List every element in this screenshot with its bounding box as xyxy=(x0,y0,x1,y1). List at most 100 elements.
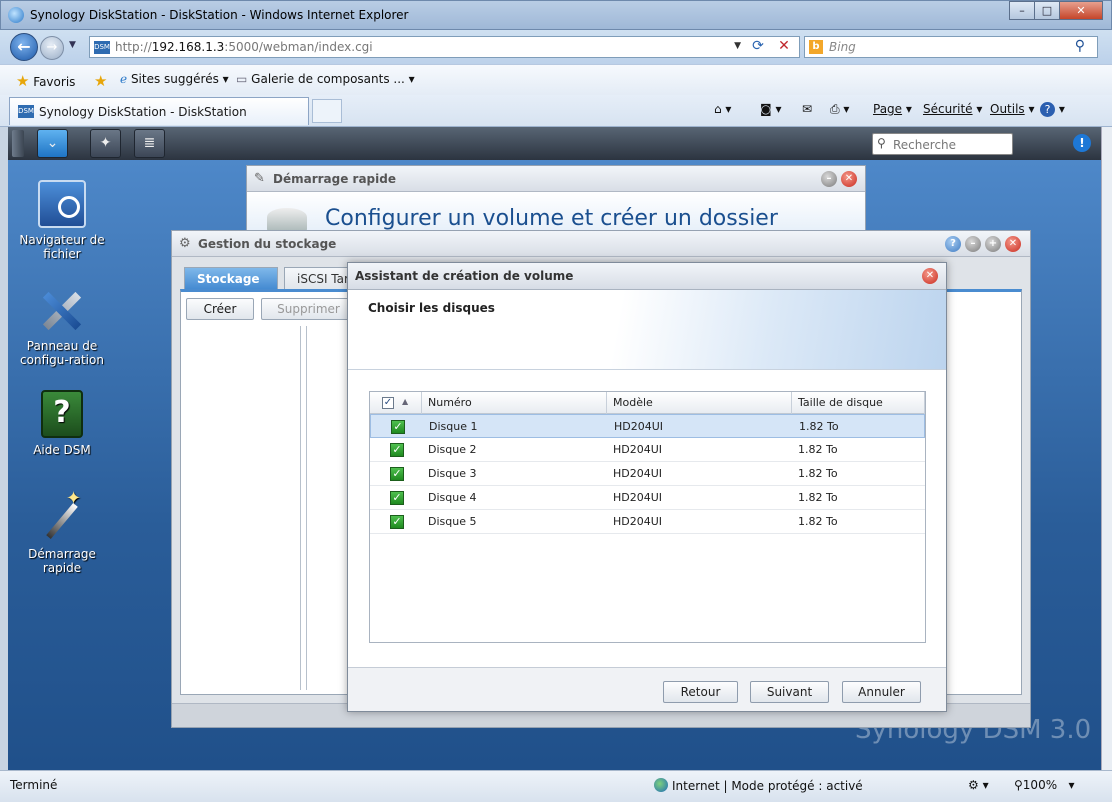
volume-detail-panel xyxy=(306,326,346,690)
browser-title: Synology DiskStation - DiskStation - Win… xyxy=(30,8,409,22)
wizard-close-button[interactable]: ✕ xyxy=(922,268,938,284)
dsm-help-label: Aide DSM xyxy=(33,443,91,457)
quick-start-label: Démarrage rapide xyxy=(28,547,96,575)
storage-close-button[interactable]: ✕ xyxy=(1005,236,1021,252)
popup-settings-icon[interactable]: ⚙ ▾ xyxy=(968,778,989,792)
ie-logo-icon xyxy=(8,7,24,23)
print-icon[interactable]: ⎙ ▾ xyxy=(830,102,849,117)
close-window-button[interactable]: ✕ xyxy=(1059,1,1103,20)
page-scrollbar[interactable] xyxy=(1101,127,1112,770)
web-slice-gallery-link[interactable]: ▭ Galerie de composants ... ▾ xyxy=(236,72,415,86)
page-menu[interactable]: Page ▾ xyxy=(873,102,912,116)
column-model[interactable]: Modèle xyxy=(607,392,792,414)
browser-tab-diskstation[interactable]: DSM Synology DiskStation - DiskStation xyxy=(9,97,309,125)
select-all-checkbox[interactable]: ✓ xyxy=(382,397,394,409)
quick-start-shortcut[interactable]: Démarrage rapide xyxy=(17,492,107,575)
file-browser-label: Navigateur de fichier xyxy=(19,233,105,261)
mail-icon[interactable]: ✉ xyxy=(802,102,812,116)
row-checkbox[interactable]: ✓ xyxy=(390,515,404,529)
main-menu-button[interactable]: ⌄ xyxy=(37,129,68,158)
storage-manager-titlebar[interactable]: ⚙ Gestion du stockage ? – + ✕ xyxy=(172,231,1030,257)
column-size[interactable]: Taille de disque xyxy=(792,392,925,414)
security-zone[interactable]: Internet | Mode protégé : activé xyxy=(654,778,863,793)
row-checkbox[interactable]: ✓ xyxy=(390,443,404,457)
dsm-search-placeholder[interactable]: Recherche xyxy=(893,138,956,152)
search-placeholder[interactable]: Bing xyxy=(829,40,856,54)
suggested-sites-link[interactable]: ℯ Sites suggérés ▾ xyxy=(120,72,229,86)
disk-size: 1.82 To xyxy=(799,420,839,433)
minimize-button[interactable]: – xyxy=(1009,1,1035,20)
disk-size: 1.82 To xyxy=(798,491,838,504)
tools-menu[interactable]: Outils ▾ xyxy=(990,102,1035,116)
control-panel-shortcut[interactable]: Panneau de configu-ration xyxy=(17,286,107,367)
back-button[interactable]: ← xyxy=(10,33,38,61)
disk-number: Disque 3 xyxy=(428,467,477,480)
table-row[interactable]: ✓ Disque 4 HD204UI 1.82 To xyxy=(370,486,925,510)
stop-icon[interactable]: ✕ xyxy=(773,38,795,56)
address-url[interactable]: http://192.168.1.3:5000/webman/index.cgi xyxy=(115,40,373,54)
table-row[interactable]: ✓ Disque 3 HD204UI 1.82 To xyxy=(370,462,925,486)
search-icon[interactable]: ⚲ xyxy=(1075,38,1085,54)
storage-manager-title: Gestion du stockage xyxy=(198,237,337,251)
history-dropdown-icon[interactable]: ▼ xyxy=(69,40,76,50)
add-favorite-icon[interactable]: ★ xyxy=(94,72,107,90)
new-tab-button[interactable] xyxy=(312,99,342,123)
cancel-button[interactable]: Annuler xyxy=(842,681,921,703)
globe-icon xyxy=(654,778,668,792)
dsm-search[interactable]: ⚲ Recherche xyxy=(872,133,1013,155)
help-icon[interactable]: ? ▾ xyxy=(1040,102,1065,117)
table-row[interactable]: ✓ Disque 5 HD204UI 1.82 To xyxy=(370,510,925,534)
browser-search[interactable]: b Bing ⚲ xyxy=(804,36,1098,58)
tab-storage[interactable]: Stockage xyxy=(184,267,278,291)
create-button[interactable]: Créer xyxy=(186,298,254,320)
notification-icon[interactable]: ! xyxy=(1073,134,1091,152)
zoom-icon: ⚲ xyxy=(1014,778,1023,792)
address-bar[interactable]: DSM http://192.168.1.3:5000/webman/index… xyxy=(89,36,800,58)
maximize-button[interactable]: □ xyxy=(1034,1,1060,20)
quick-start-minimize-button[interactable]: – xyxy=(821,171,837,187)
storage-manager-taskbar-button[interactable]: ≣ xyxy=(134,129,165,158)
feeds-icon[interactable]: ◙ ▾ xyxy=(760,102,781,116)
file-browser-icon xyxy=(38,180,86,228)
storage-maximize-button[interactable]: + xyxy=(985,236,1001,252)
favorites-star-icon: ★ xyxy=(16,72,30,90)
storage-icon: ⚙ xyxy=(179,236,191,251)
row-checkbox[interactable]: ✓ xyxy=(390,467,404,481)
quick-start-titlebar[interactable]: ✎ Démarrage rapide – ✕ xyxy=(247,166,865,192)
disk-model: HD204UI xyxy=(613,515,663,528)
file-browser-shortcut[interactable]: Navigateur de fichier xyxy=(17,180,107,261)
storage-minimize-button[interactable]: – xyxy=(965,236,981,252)
disk-number: Disque 1 xyxy=(429,420,478,433)
page-icon: ▭ xyxy=(236,72,248,86)
back-wizard-button[interactable]: Retour xyxy=(663,681,738,703)
row-checkbox[interactable]: ✓ xyxy=(390,491,404,505)
address-dropdown-icon[interactable]: ▼ xyxy=(734,41,741,51)
storage-help-button[interactable]: ? xyxy=(945,236,961,252)
disk-size: 1.82 To xyxy=(798,515,838,528)
quick-start-taskbar-button[interactable]: ✦ xyxy=(90,129,121,158)
volume-wizard-dialog: Assistant de création de volume ✕ Choisi… xyxy=(347,262,947,712)
disk-model: HD204UI xyxy=(613,467,663,480)
disk-number: Disque 5 xyxy=(428,515,477,528)
quick-start-close-button[interactable]: ✕ xyxy=(841,171,857,187)
next-button[interactable]: Suivant xyxy=(750,681,829,703)
table-row[interactable]: ✓ Disque 1 HD204UI 1.82 To xyxy=(370,414,925,438)
table-row[interactable]: ✓ Disque 2 HD204UI 1.82 To xyxy=(370,438,925,462)
zoom-control[interactable]: ⚲100% ▾ xyxy=(1014,778,1075,792)
refresh-icon[interactable]: ⟳ xyxy=(747,38,769,56)
bing-icon: b xyxy=(809,40,823,54)
status-text: Terminé xyxy=(10,778,58,792)
dsm-help-shortcut[interactable]: ? Aide DSM xyxy=(17,390,107,457)
wizard-titlebar[interactable]: Assistant de création de volume ✕ xyxy=(348,263,946,290)
select-all-column[interactable]: ✓ ▲ xyxy=(370,392,422,414)
home-icon[interactable]: ⌂ ▾ xyxy=(714,102,731,116)
column-number[interactable]: Numéro xyxy=(422,392,607,414)
forward-button[interactable]: → xyxy=(40,36,64,60)
favorites-button[interactable]: ★ Favoris xyxy=(16,72,75,90)
security-menu[interactable]: Sécurité ▾ xyxy=(923,102,982,116)
magic-wand-icon: ✎ xyxy=(254,171,265,186)
delete-button: Supprimer xyxy=(261,298,356,320)
disk-model: HD204UI xyxy=(614,420,664,433)
magic-wand-icon xyxy=(38,492,86,542)
row-checkbox[interactable]: ✓ xyxy=(391,420,405,434)
